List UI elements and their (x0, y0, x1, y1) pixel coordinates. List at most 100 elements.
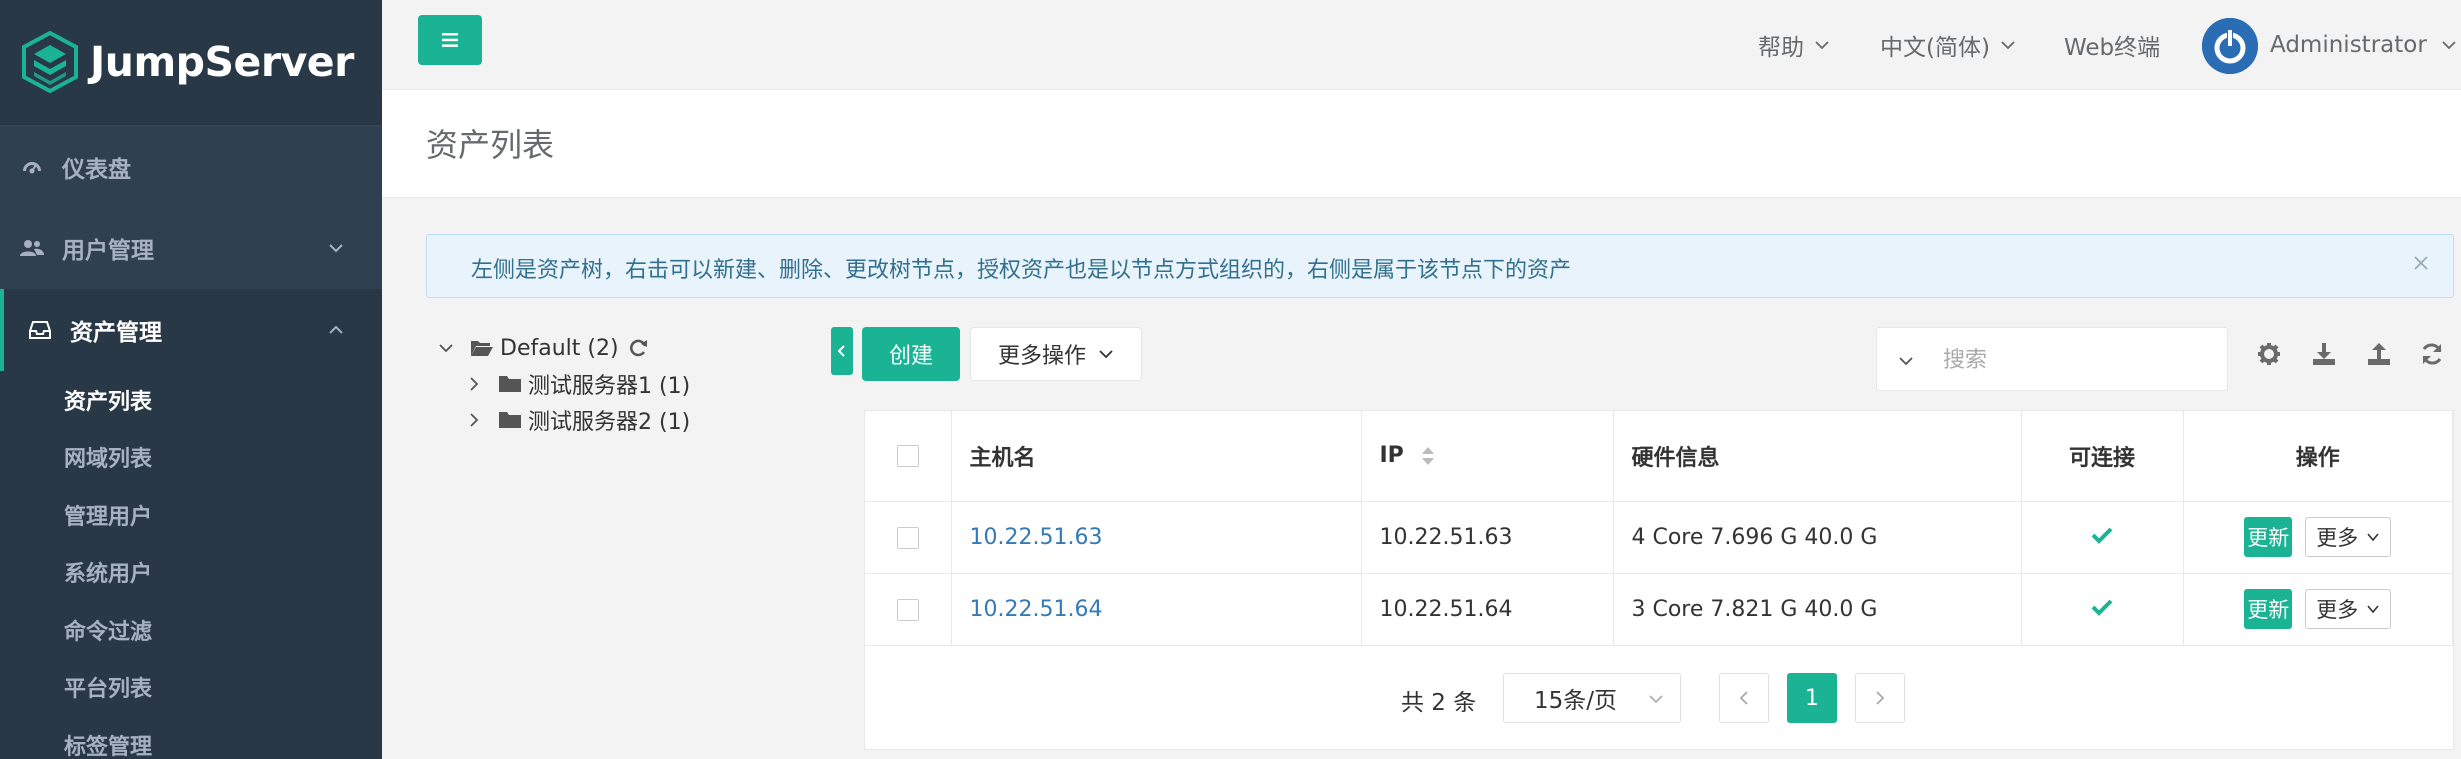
row-checkbox-cell (865, 573, 952, 646)
hostname-cell: 10.22.51.64 (951, 573, 1362, 646)
download-icon[interactable] (2310, 340, 2338, 368)
topbar: 帮助 中文(简体) Web终端 Administrator (382, 0, 2461, 90)
help-label: 帮助 (1758, 35, 1804, 61)
update-button[interactable]: 更新 (2244, 589, 2293, 629)
hostname-link[interactable]: 10.22.51.64 (970, 597, 1103, 622)
more-button[interactable]: 更多 (2305, 589, 2392, 629)
chevron-down-icon (2367, 533, 2379, 542)
header-actions: 操作 (2183, 411, 2453, 502)
user-name: Administrator (2270, 32, 2427, 58)
prev-page-button[interactable] (1719, 673, 1769, 723)
tree-node-label: Default (2) (500, 335, 619, 361)
tree-node-label: 测试服务器2 (1) (528, 410, 691, 435)
asset-submenu: 资产列表 网域列表 管理用户 系统用户 命令过滤 平台列表 标签管理 (0, 371, 382, 759)
tree-node[interactable]: 测试服务器2 (1) (436, 402, 816, 438)
avatar[interactable] (2202, 18, 2258, 74)
users-icon (20, 236, 44, 260)
more-button[interactable]: 更多 (2305, 517, 2392, 557)
actions-cell: 更新 更多 (2183, 501, 2453, 574)
header-connectable: 可连接 (2021, 411, 2184, 502)
more-label: 更多 (2316, 526, 2359, 550)
more-actions-button[interactable]: 更多操作 (970, 327, 1142, 381)
chevron-down-icon (2367, 605, 2379, 614)
chevron-right-icon (1876, 691, 1885, 705)
folder-open-icon (471, 341, 493, 356)
info-alert: 左侧是资产树，右击可以新建、删除、更改树节点，授权资产也是以节点方式组织的，右侧… (426, 234, 2454, 298)
tree-node-label: 测试服务器1 (1) (528, 374, 691, 399)
table-row: 10.22.51.63 10.22.51.63 4 Core 7.696 G 4… (865, 501, 2453, 574)
gear-icon[interactable] (2255, 340, 2283, 368)
page-size-select[interactable]: 15条/页 (1503, 673, 1681, 723)
page-number-button[interactable]: 1 (1787, 673, 1837, 723)
page-heading: 资产列表 (382, 90, 2461, 198)
chevron-down-icon (329, 244, 343, 253)
row-checkbox[interactable] (896, 526, 919, 549)
connectable-cell (2021, 501, 2184, 574)
help-menu[interactable]: 帮助 (1758, 0, 1830, 90)
select-all-checkbox[interactable] (896, 445, 919, 468)
web-terminal-link[interactable]: Web终端 (2064, 0, 2160, 90)
dashboard-icon (20, 155, 44, 179)
row-checkbox[interactable] (896, 598, 919, 621)
check-icon (2091, 527, 2113, 544)
sidebar-item-users[interactable]: 用户管理 (0, 207, 382, 289)
table-header-row: 主机名 IP 硬件信息 可连接 操作 (865, 411, 2453, 502)
sidebar-subitem-platform-list[interactable]: 平台列表 (0, 659, 382, 717)
upload-icon[interactable] (2365, 340, 2393, 368)
connectable-cell (2021, 573, 2184, 646)
create-button[interactable]: 创建 (862, 327, 960, 381)
check-icon (2091, 599, 2113, 616)
sidebar-item-label: 用户管理 (62, 238, 154, 264)
refresh-icon[interactable] (627, 337, 649, 359)
row-checkbox-cell (865, 501, 952, 574)
hardware-cell: 3 Core 7.821 G 40.0 G (1613, 573, 2022, 646)
more-label: 更多 (2316, 598, 2359, 622)
sidebar-item-label: 资产管理 (70, 320, 162, 346)
header-hardware: 硬件信息 (1613, 411, 2022, 502)
tree-node-root[interactable]: Default (2) (436, 330, 816, 366)
search-box (1876, 327, 2228, 391)
header-ip-label: IP (1379, 443, 1404, 469)
close-icon[interactable] (2409, 251, 2433, 275)
update-button[interactable]: 更新 (2244, 517, 2293, 557)
sidebar-subitem-system-users[interactable]: 系统用户 (0, 544, 382, 602)
refresh-icon[interactable] (2418, 340, 2446, 368)
page-title: 资产列表 (426, 126, 555, 164)
power-icon (2202, 18, 2258, 74)
hostname-cell: 10.22.51.63 (951, 501, 1362, 574)
tree-node[interactable]: 测试服务器1 (1) (436, 366, 816, 402)
chevron-left-icon (1739, 691, 1748, 705)
chevron-down-icon[interactable] (436, 338, 456, 358)
next-page-button[interactable] (1855, 673, 1905, 723)
header-hostname[interactable]: 主机名 (951, 411, 1362, 502)
language-menu[interactable]: 中文(简体) (1880, 0, 2016, 90)
sidebar-item-assets[interactable]: 资产管理 (0, 289, 382, 371)
asset-table: 主机名 IP 硬件信息 可连接 操作 10.22.51.63 10.22.51.… (864, 410, 2454, 750)
chevron-left-icon (837, 345, 845, 357)
folder-icon (499, 412, 521, 428)
chevron-right-icon[interactable] (464, 410, 484, 430)
brand-name: JumpServer (90, 38, 354, 86)
tree-collapse-button[interactable] (831, 327, 853, 375)
table-row: 10.22.51.64 10.22.51.64 3 Core 7.821 G 4… (865, 573, 2453, 646)
chevron-down-icon[interactable] (1897, 352, 1915, 370)
hostname-link[interactable]: 10.22.51.63 (970, 525, 1103, 550)
hardware-cell: 4 Core 7.696 G 40.0 G (1613, 501, 2022, 574)
sidebar-subitem-command-filter[interactable]: 命令过滤 (0, 601, 382, 659)
logo[interactable]: JumpServer (0, 0, 382, 125)
sidebar-subitem-domain-list[interactable]: 网域列表 (0, 429, 382, 487)
sidebar-subitem-label-management[interactable]: 标签管理 (0, 716, 382, 759)
chevron-right-icon[interactable] (464, 374, 484, 394)
header-ip[interactable]: IP (1361, 411, 1614, 502)
sidebar-item-dashboard[interactable]: 仪表盘 (0, 125, 382, 207)
ip-cell: 10.22.51.63 (1361, 501, 1614, 574)
inbox-icon (28, 318, 52, 342)
user-menu[interactable]: Administrator (2270, 0, 2457, 90)
hamburger-icon (442, 33, 458, 47)
search-input[interactable] (1943, 340, 2213, 380)
pagination: 共 2 条 15条/页 1 (865, 671, 2453, 725)
menu-toggle-button[interactable] (418, 15, 482, 65)
sidebar-subitem-asset-list[interactable]: 资产列表 (0, 371, 382, 429)
sort-icon[interactable] (1421, 445, 1435, 467)
sidebar-subitem-admin-users[interactable]: 管理用户 (0, 486, 382, 544)
